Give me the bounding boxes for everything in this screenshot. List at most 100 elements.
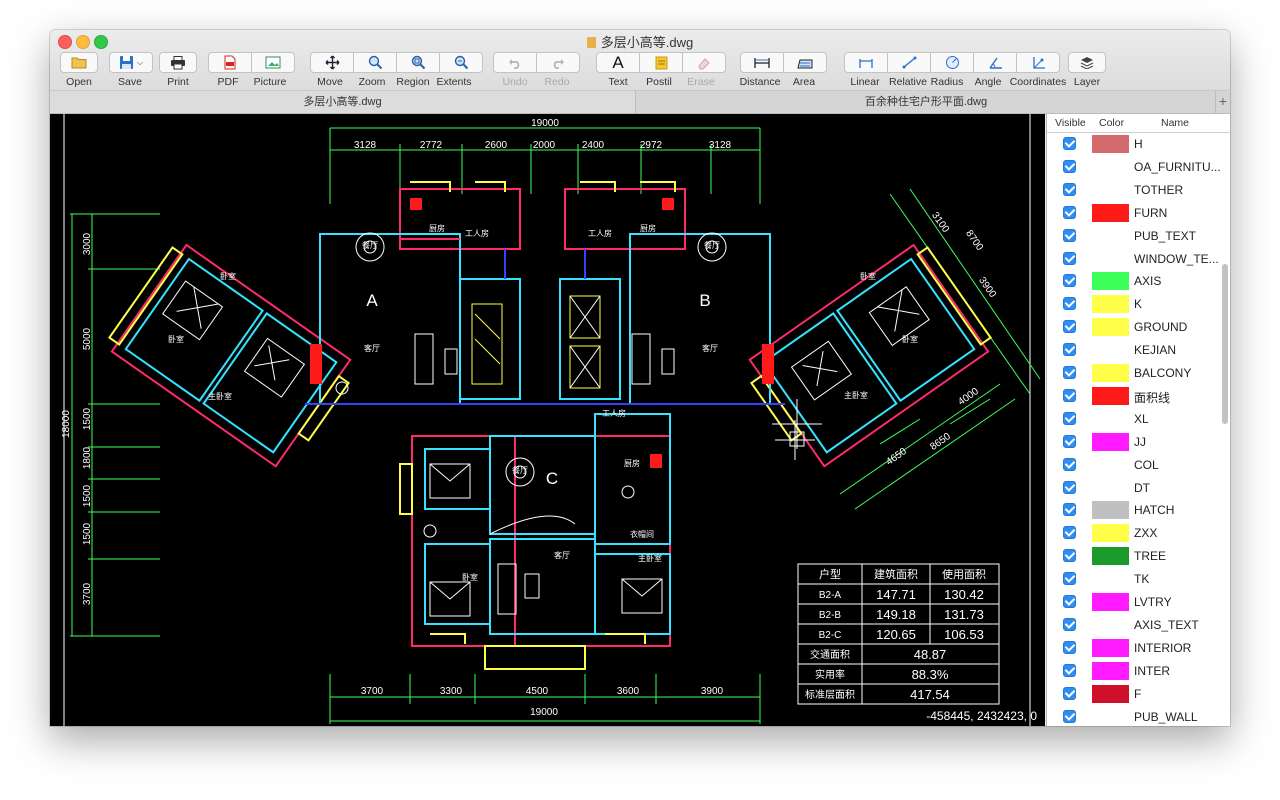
- layer-row[interactable]: TOTHER: [1047, 179, 1219, 202]
- layer-color-swatch[interactable]: [1092, 479, 1129, 497]
- layer-visible-checkbox[interactable]: [1063, 389, 1076, 402]
- layer-color-swatch[interactable]: [1092, 318, 1129, 336]
- layer-visible-checkbox[interactable]: [1063, 641, 1076, 654]
- layer-visible-checkbox[interactable]: [1063, 572, 1076, 585]
- erase-button[interactable]: [682, 52, 726, 73]
- layer-color-swatch[interactable]: [1092, 639, 1129, 657]
- layer-panel-scrollbar[interactable]: [1222, 264, 1228, 424]
- coordinates-button[interactable]: [1016, 52, 1060, 73]
- layer-visible-checkbox[interactable]: [1063, 343, 1076, 356]
- layer-color-swatch[interactable]: [1092, 570, 1129, 588]
- print-button[interactable]: [159, 52, 197, 73]
- layer-visible-checkbox[interactable]: [1063, 458, 1076, 471]
- undo-button[interactable]: [493, 52, 537, 73]
- relative-button[interactable]: [887, 52, 931, 73]
- layer-color-swatch[interactable]: [1092, 593, 1129, 611]
- layer-color-swatch[interactable]: [1092, 410, 1129, 428]
- layer-color-swatch[interactable]: [1092, 158, 1129, 176]
- layer-color-swatch[interactable]: [1092, 250, 1129, 268]
- layer-visible-checkbox[interactable]: [1063, 137, 1076, 150]
- layer-row[interactable]: KEJIAN: [1047, 339, 1219, 362]
- layer-visible-checkbox[interactable]: [1063, 503, 1076, 516]
- layer-row[interactable]: K: [1047, 293, 1219, 316]
- layer-color-swatch[interactable]: [1092, 501, 1129, 519]
- layer-color-swatch[interactable]: [1092, 227, 1129, 245]
- layer-row[interactable]: XL: [1047, 408, 1219, 431]
- layer-row[interactable]: AXIS: [1047, 270, 1219, 293]
- layer-row[interactable]: COL: [1047, 454, 1219, 477]
- layer-color-swatch[interactable]: [1092, 616, 1129, 634]
- layer-color-swatch[interactable]: [1092, 272, 1129, 290]
- layer-visible-checkbox[interactable]: [1063, 160, 1076, 173]
- move-button[interactable]: [310, 52, 354, 73]
- layer-color-swatch[interactable]: [1092, 662, 1129, 680]
- layer-visible-checkbox[interactable]: [1063, 206, 1076, 219]
- extents-button[interactable]: [439, 52, 483, 73]
- redo-button[interactable]: [536, 52, 580, 73]
- layer-color-swatch[interactable]: [1092, 433, 1129, 451]
- layer-visible-checkbox[interactable]: [1063, 526, 1076, 539]
- layer-row[interactable]: PUB_WALL: [1047, 706, 1219, 727]
- layer-visible-checkbox[interactable]: [1063, 183, 1076, 196]
- save-button[interactable]: ⌵: [109, 52, 153, 73]
- linear-button[interactable]: [844, 52, 888, 73]
- layer-visible-checkbox[interactable]: [1063, 297, 1076, 310]
- area-button[interactable]: [783, 52, 827, 73]
- layer-visible-checkbox[interactable]: [1063, 710, 1076, 723]
- layer-row[interactable]: H: [1047, 133, 1219, 156]
- layer-color-swatch[interactable]: [1092, 135, 1129, 153]
- add-tab-button[interactable]: +: [1215, 91, 1230, 113]
- layer-visible-checkbox[interactable]: [1063, 687, 1076, 700]
- layer-button[interactable]: [1068, 52, 1106, 73]
- layer-visible-checkbox[interactable]: [1063, 481, 1076, 494]
- layer-visible-checkbox[interactable]: [1063, 664, 1076, 677]
- layer-row[interactable]: TK: [1047, 568, 1219, 591]
- layer-visible-checkbox[interactable]: [1063, 435, 1076, 448]
- layer-row[interactable]: BALCONY: [1047, 362, 1219, 385]
- layer-color-swatch[interactable]: [1092, 524, 1129, 542]
- layer-row[interactable]: TREE: [1047, 545, 1219, 568]
- layer-visible-checkbox[interactable]: [1063, 274, 1076, 287]
- layer-color-swatch[interactable]: [1092, 181, 1129, 199]
- layer-color-swatch[interactable]: [1092, 547, 1129, 565]
- layer-visible-checkbox[interactable]: [1063, 549, 1076, 562]
- layer-row[interactable]: OA_FURNITU...: [1047, 156, 1219, 179]
- open-button[interactable]: [60, 52, 98, 73]
- layer-row[interactable]: HATCH: [1047, 499, 1219, 522]
- layer-color-swatch[interactable]: [1092, 204, 1129, 222]
- layer-row[interactable]: JJ: [1047, 431, 1219, 454]
- layer-row[interactable]: FURN: [1047, 202, 1219, 225]
- layer-visible-checkbox[interactable]: [1063, 320, 1076, 333]
- layer-color-swatch[interactable]: [1092, 364, 1129, 382]
- radius-button[interactable]: [930, 52, 974, 73]
- layer-row[interactable]: INTERIOR: [1047, 637, 1219, 660]
- layer-visible-checkbox[interactable]: [1063, 229, 1076, 242]
- picture-button[interactable]: [251, 52, 295, 73]
- layer-color-swatch[interactable]: [1092, 387, 1129, 405]
- layer-row[interactable]: INTER: [1047, 660, 1219, 683]
- layer-row[interactable]: WINDOW_TE...: [1047, 248, 1219, 271]
- layer-color-swatch[interactable]: [1092, 295, 1129, 313]
- layer-color-swatch[interactable]: [1092, 341, 1129, 359]
- layer-color-swatch[interactable]: [1092, 456, 1129, 474]
- tab-document-2[interactable]: 百余种住宅户形平面.dwg: [636, 91, 1216, 113]
- layer-row[interactable]: ZXX: [1047, 522, 1219, 545]
- layer-visible-checkbox[interactable]: [1063, 618, 1076, 631]
- distance-button[interactable]: [740, 52, 784, 73]
- angle-button[interactable]: [973, 52, 1017, 73]
- pdf-button[interactable]: [208, 52, 252, 73]
- region-button[interactable]: [396, 52, 440, 73]
- layer-row[interactable]: 面积线: [1047, 385, 1219, 408]
- layer-row[interactable]: F: [1047, 683, 1219, 706]
- text-button[interactable]: A: [596, 52, 640, 73]
- layer-color-swatch[interactable]: [1092, 685, 1129, 703]
- zoom-button[interactable]: [353, 52, 397, 73]
- layer-visible-checkbox[interactable]: [1063, 595, 1076, 608]
- layer-visible-checkbox[interactable]: [1063, 252, 1076, 265]
- postil-button[interactable]: [639, 52, 683, 73]
- layer-row[interactable]: LVTRY: [1047, 591, 1219, 614]
- layer-row[interactable]: PUB_TEXT: [1047, 225, 1219, 248]
- layer-row[interactable]: DT: [1047, 477, 1219, 500]
- layer-row[interactable]: GROUND: [1047, 316, 1219, 339]
- layer-row[interactable]: AXIS_TEXT: [1047, 614, 1219, 637]
